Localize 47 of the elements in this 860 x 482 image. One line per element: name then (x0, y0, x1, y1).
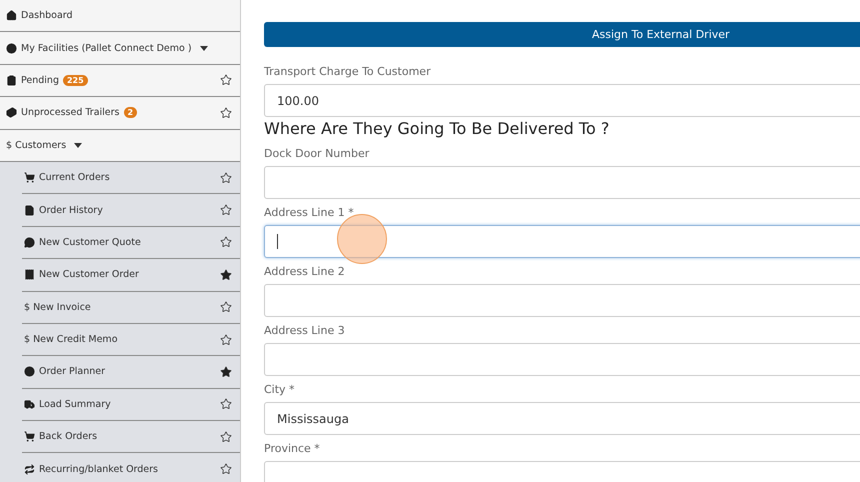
field-label: Dock Door Number (264, 147, 370, 162)
field-label: City * (264, 383, 296, 398)
input-field[interactable] (264, 284, 860, 317)
count-badge: 225 (62, 74, 88, 86)
field-label: Address Line 1 * (264, 206, 355, 221)
star-icon[interactable] (220, 301, 232, 314)
input-field[interactable]: 100.00 (264, 84, 860, 117)
star-icon[interactable] (220, 268, 232, 281)
assign-driver-button[interactable]: Assign To External Driver (264, 22, 860, 47)
input-field[interactable] (264, 225, 860, 258)
star-icon[interactable] (220, 172, 232, 184)
star-icon[interactable] (220, 463, 232, 476)
menu-icon (24, 236, 35, 248)
sidebar-item[interactable]: $ New Invoice (22, 292, 240, 324)
menu-icon (24, 172, 35, 184)
menu-icon (24, 398, 35, 410)
star-icon[interactable] (220, 236, 232, 248)
click-indicator (337, 214, 387, 264)
input-field[interactable] (264, 166, 860, 199)
star-icon[interactable] (220, 74, 232, 86)
star-icon[interactable] (220, 430, 232, 443)
text-cursor (277, 234, 278, 249)
input-field[interactable]: Mississauga (264, 402, 860, 435)
star-icon[interactable] (220, 334, 232, 346)
input-field[interactable] (264, 343, 860, 376)
section-heading: Where Are They Going To Be Delivered To ? (264, 119, 610, 138)
sidebar-item[interactable]: $ Customers (0, 130, 240, 162)
menu-icon (6, 74, 17, 86)
menu-icon (24, 431, 35, 442)
field-label: Province * (264, 442, 321, 457)
menu-icon (24, 464, 35, 475)
star-icon[interactable] (220, 366, 232, 378)
star-icon[interactable] (220, 204, 232, 216)
menu-icon (6, 42, 17, 54)
menu-icon (6, 10, 17, 22)
star-icon[interactable] (220, 106, 232, 119)
field-label: Transport Charge To Customer (264, 65, 432, 80)
menu-icon (6, 107, 17, 118)
menu-icon (24, 366, 35, 378)
field-label: Address Line 3 (264, 324, 346, 339)
field-label: Address Line 2 (264, 265, 346, 280)
menu-icon (24, 269, 35, 280)
star-icon[interactable] (220, 398, 232, 410)
sidebar-item[interactable]: New Customer Quote (22, 226, 240, 260)
menu-icon (24, 204, 35, 216)
count-badge: 2 (124, 107, 138, 118)
sidebar-item[interactable]: Load Summary (22, 388, 240, 422)
